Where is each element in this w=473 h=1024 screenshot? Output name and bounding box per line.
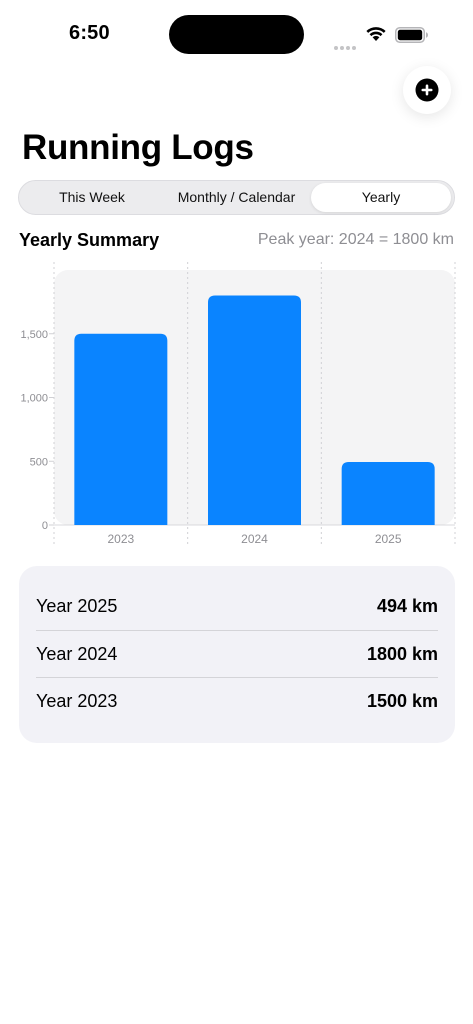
- signal-icon: [334, 37, 358, 55]
- list-item: Year 2023 1500 km: [36, 678, 438, 725]
- year-distance: 1500 km: [366, 691, 438, 711]
- bar-2025: [341, 462, 435, 525]
- tab-this-week[interactable]: This Week: [22, 183, 162, 212]
- year-label: Year 2024: [36, 644, 118, 664]
- add-log-button[interactable]: [403, 66, 451, 114]
- bar-2024: [208, 295, 301, 525]
- battery-icon: [395, 27, 428, 43]
- list-item: Year 2025 494 km: [36, 583, 438, 630]
- y-tick-label: 0: [42, 520, 48, 532]
- year-label: Year 2025: [36, 596, 118, 616]
- dynamic-island: [169, 15, 304, 54]
- yearly-bar-chart: 0 500 1,000 1,500 2023 2024 2025: [20, 262, 456, 547]
- year-list-card: Year 2025 494 km Year 2024 1800 km Year …: [19, 566, 455, 743]
- plus-circle-icon: [415, 78, 439, 102]
- status-time: 6:50: [69, 22, 110, 44]
- period-segmented-control: This Week Monthly / Calendar Yearly: [18, 180, 455, 215]
- list-item: Year 2024 1800 km: [36, 631, 438, 678]
- x-tick-label: 2024: [241, 532, 268, 546]
- y-tick-label: 1,500: [20, 329, 48, 341]
- page-title: Running Logs: [22, 128, 254, 167]
- year-label: Year 2023: [36, 691, 118, 711]
- x-tick-label: 2025: [375, 532, 402, 546]
- bar-2023: [74, 333, 168, 525]
- tab-yearly[interactable]: Yearly: [311, 183, 451, 212]
- tab-monthly-calendar[interactable]: Monthly / Calendar: [164, 183, 309, 212]
- y-tick-label: 1,000: [20, 393, 48, 405]
- status-indicators: [334, 24, 434, 50]
- peak-year-text: Peak year: 2024 = 1800 km: [257, 231, 454, 248]
- year-distance: 1800 km: [366, 644, 438, 664]
- wifi-icon: [366, 27, 386, 41]
- y-tick-label: 500: [30, 456, 48, 468]
- screen: 6:50 Running Logs This Week Monthly / Ca…: [0, 0, 473, 1024]
- year-distance: 494 km: [376, 596, 438, 616]
- section-title: Yearly Summary: [19, 230, 160, 250]
- x-tick-label: 2023: [107, 532, 134, 546]
